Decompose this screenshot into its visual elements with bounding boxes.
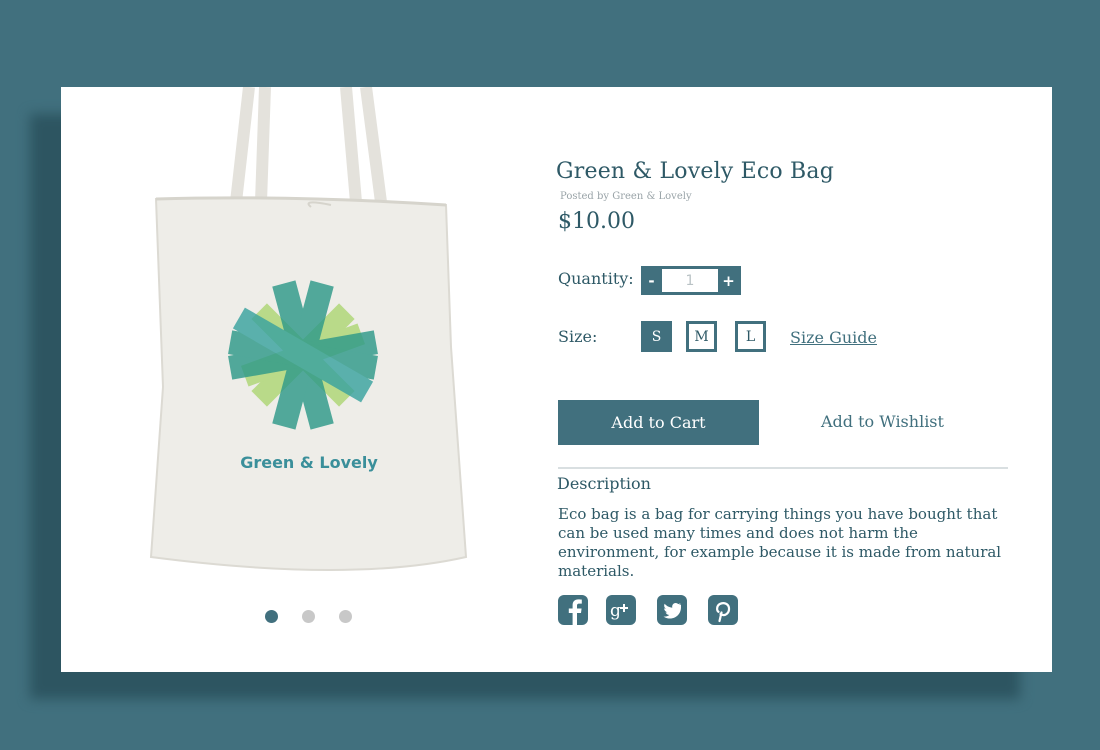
twitter-icon[interactable] [657, 595, 687, 625]
facebook-icon[interactable] [558, 595, 588, 625]
product-price: $10.00 [558, 209, 635, 234]
product-image[interactable]: Green & Lovely [141, 86, 481, 587]
size-option-l[interactable]: L [735, 321, 766, 352]
quantity-plus-button[interactable]: + [718, 266, 739, 295]
size-option-s[interactable]: S [641, 321, 672, 352]
pinterest-icon[interactable] [708, 595, 738, 625]
bag-logo-text: Green & Lovely [240, 453, 378, 472]
quantity-stepper: - + [641, 266, 741, 295]
quantity-input[interactable] [662, 269, 718, 292]
quantity-label: Quantity: [558, 269, 634, 288]
size-option-m[interactable]: M [686, 321, 717, 352]
add-to-cart-button[interactable]: Add to Cart [558, 400, 759, 445]
size-label: Size: [558, 327, 598, 346]
google-plus-icon[interactable]: g [606, 595, 636, 625]
add-to-wishlist-button[interactable]: Add to Wishlist [821, 412, 944, 431]
quantity-minus-button[interactable]: - [641, 266, 662, 295]
product-title: Green & Lovely Eco Bag [556, 159, 835, 184]
carousel-dots [265, 610, 352, 623]
description-heading: Description [557, 474, 651, 493]
description-text: Eco bag is a bag for carrying things you… [558, 505, 1002, 580]
size-guide-link[interactable]: Size Guide [790, 328, 877, 347]
carousel-dot-2[interactable] [302, 610, 315, 623]
posted-by: Posted by Green & Lovely [560, 191, 692, 202]
svg-text:g: g [610, 601, 621, 621]
product-card: Green & Lovely Green & Lovely Eco Bag Po… [61, 86, 1052, 672]
carousel-dot-1[interactable] [265, 610, 278, 623]
carousel-dot-3[interactable] [339, 610, 352, 623]
divider [558, 467, 1008, 469]
